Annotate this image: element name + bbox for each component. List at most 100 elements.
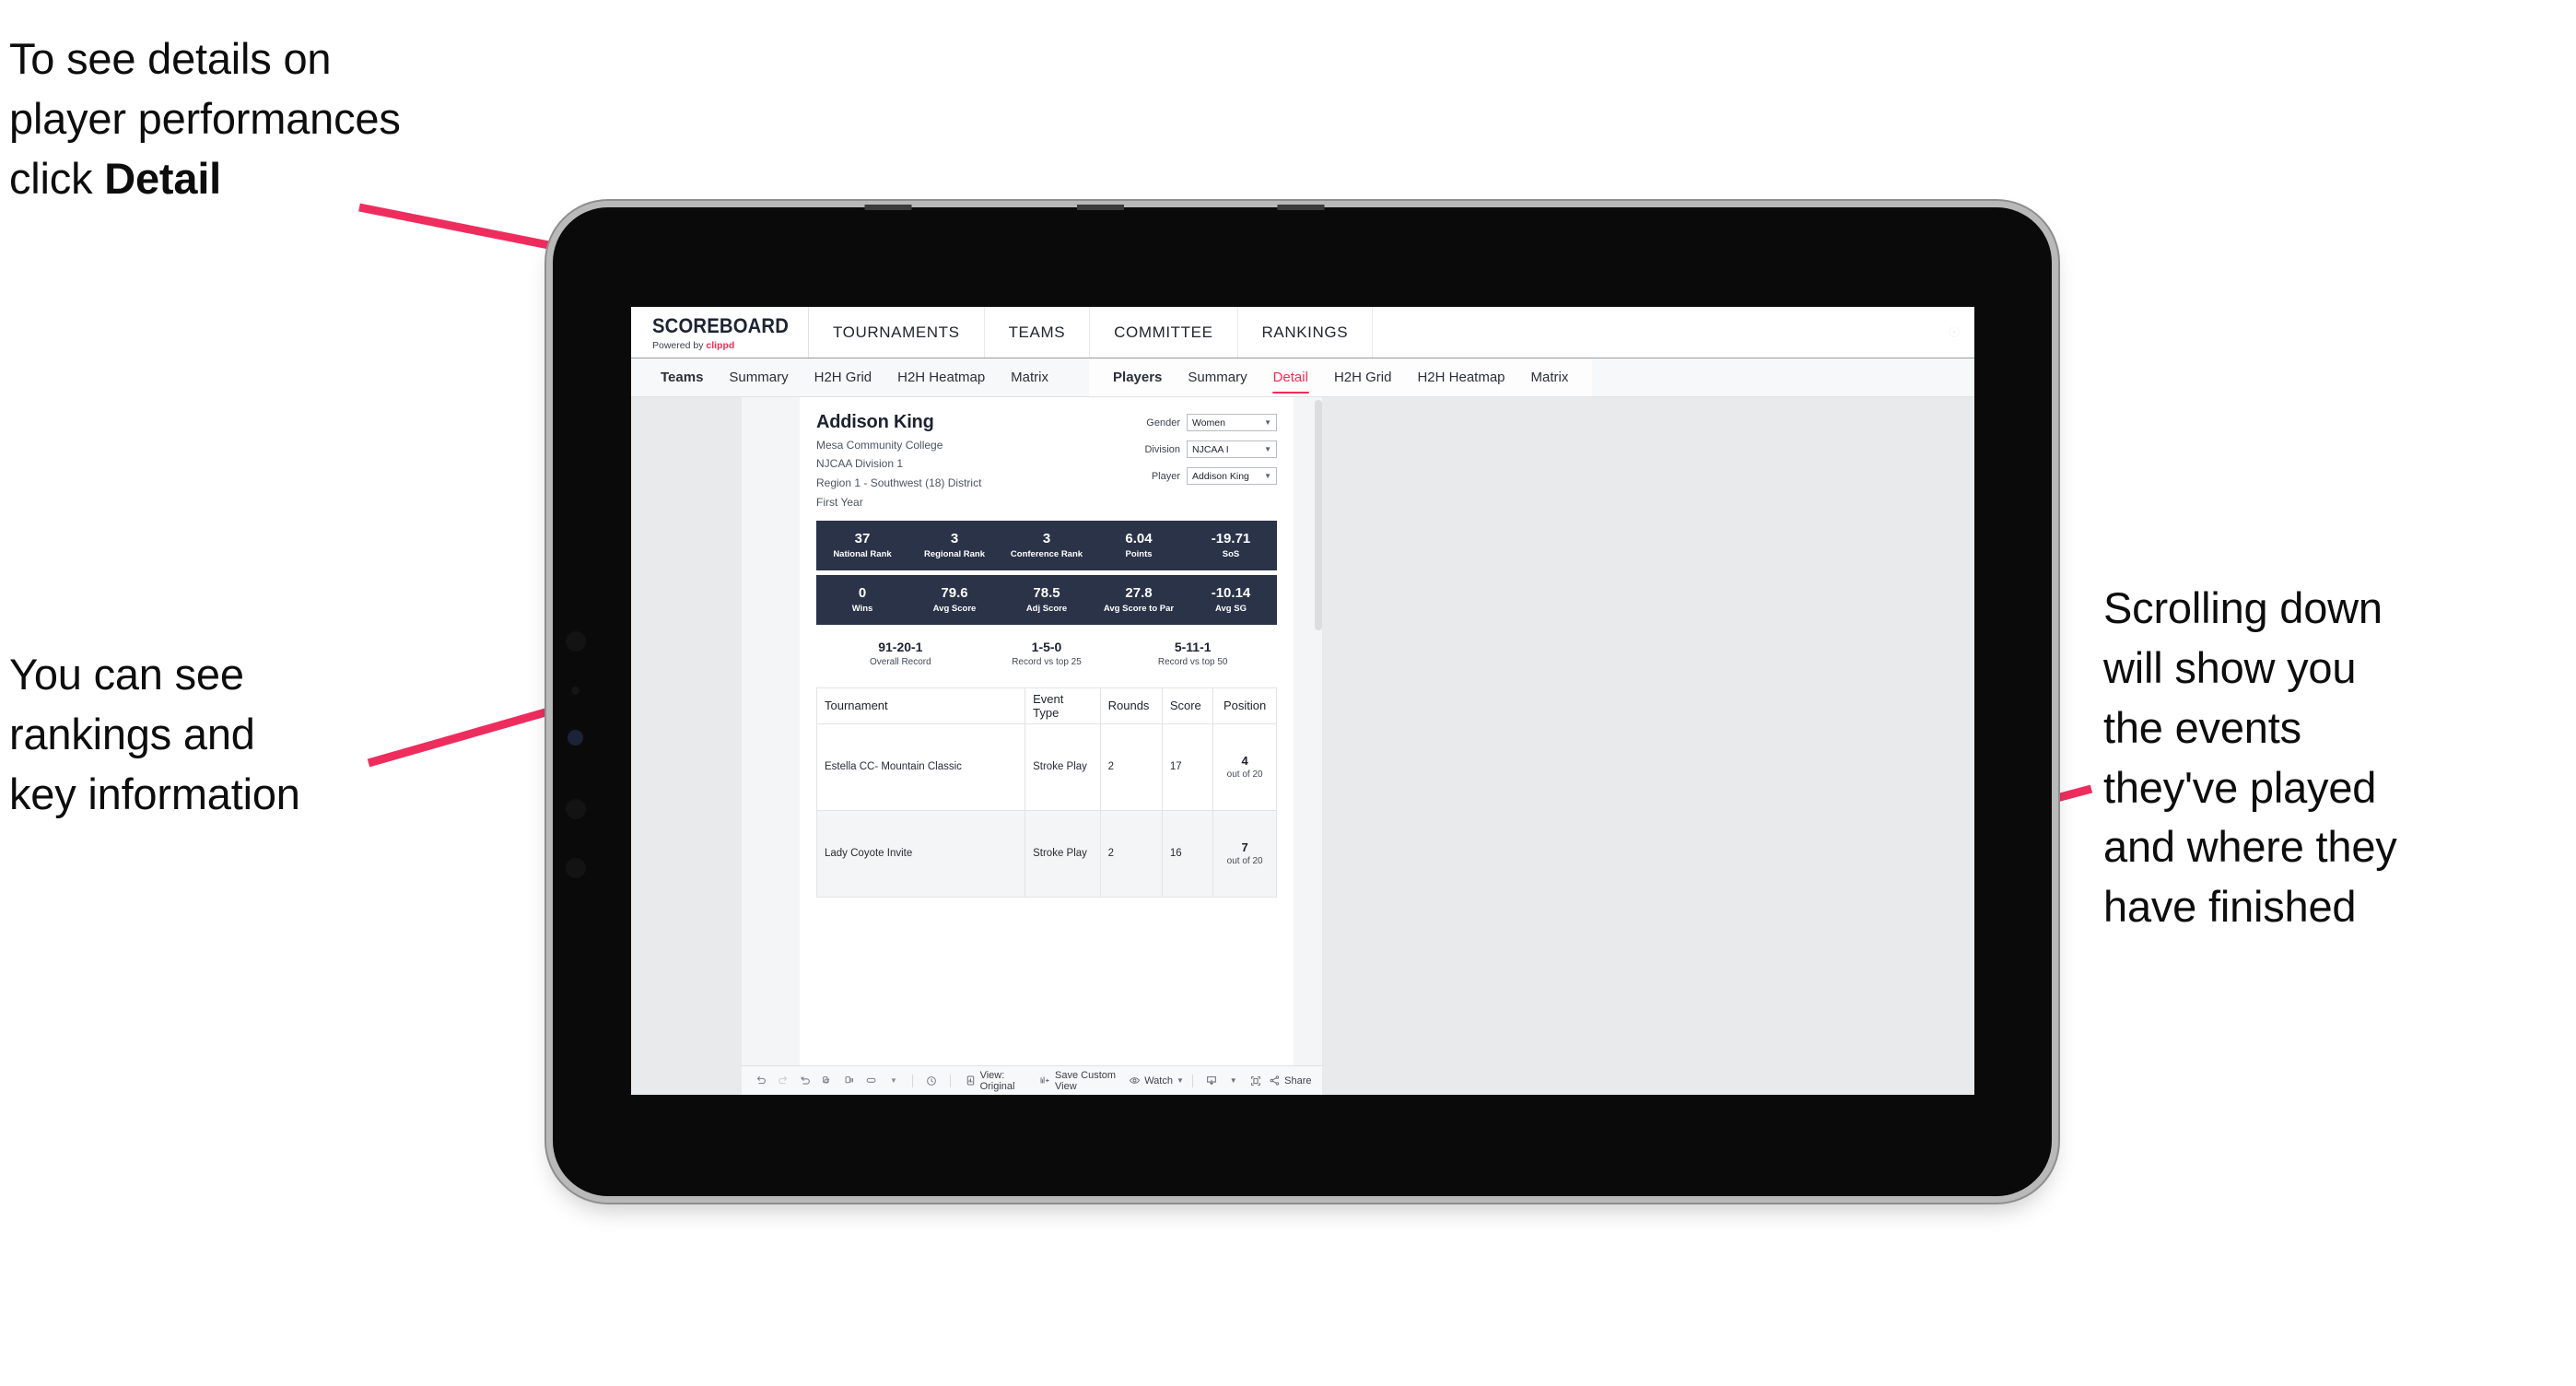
top-nav-items: TOURNAMENTS TEAMS COMMITTEE RANKINGS — [809, 307, 1374, 358]
refresh-data-icon[interactable] — [817, 1070, 837, 1092]
subnav-teams-matrix[interactable]: Matrix — [998, 358, 1061, 396]
subnav-players-matrix[interactable]: Matrix — [1518, 358, 1582, 396]
vertical-scrollbar-thumb[interactable] — [1315, 400, 1322, 630]
cell-event-type: Stroke Play — [1025, 809, 1101, 898]
undo-icon[interactable] — [751, 1070, 771, 1092]
position-value: 4 — [1241, 754, 1248, 769]
subnav-players-header[interactable]: Players — [1100, 358, 1175, 396]
subnav-players-h2h-grid[interactable]: H2H Grid — [1321, 358, 1405, 396]
table-header-row: Tournament Event Type Rounds Score Posit… — [815, 687, 1277, 724]
highlight-dropdown-icon[interactable]: ▼ — [884, 1070, 904, 1092]
tablet-sensor-icon — [566, 631, 586, 652]
stat-national-rank: 37 National Rank — [816, 531, 908, 559]
subnav-teams-h2h-heatmap[interactable]: H2H Heatmap — [884, 358, 998, 396]
highlight-icon[interactable] — [861, 1070, 882, 1092]
position-value: 7 — [1241, 840, 1248, 855]
nav-tournaments[interactable]: TOURNAMENTS — [809, 307, 985, 358]
highlight-glyph — [865, 1075, 878, 1087]
stat-label: Regional Rank — [924, 549, 985, 560]
brand-subtitle: Powered by clippd — [652, 340, 808, 351]
tablet-top-buttons — [829, 205, 1419, 210]
device-view-icon — [965, 1075, 977, 1087]
player-identity: Addison King Mesa Community College NJCA… — [816, 410, 981, 510]
subnav-players-summary[interactable]: Summary — [1175, 358, 1259, 396]
cell-position: 4 out of 20 — [1212, 722, 1277, 811]
stat-value: 6.04 — [1125, 531, 1153, 547]
fullscreen-button[interactable] — [1246, 1070, 1266, 1092]
record-label: Overall Record — [869, 656, 931, 667]
viz-bottom-toolbar: ▼ View: Original Save Custom View Watch … — [742, 1065, 1322, 1095]
stat-avg-score: 79.6 Avg Score — [908, 585, 1001, 614]
stat-value: 27.8 — [1125, 585, 1153, 602]
top-nav-spacer — [1373, 307, 1934, 358]
nav-rankings[interactable]: RANKINGS — [1238, 307, 1374, 358]
nav-teams[interactable]: TEAMS — [985, 307, 1091, 358]
view-original-button[interactable]: View: Original — [959, 1070, 1032, 1092]
stat-label: Avg SG — [1215, 604, 1247, 615]
stat-label: Points — [1125, 549, 1153, 560]
chevron-down-icon: ▼ — [890, 1076, 897, 1085]
cell-score: 16 — [1161, 809, 1214, 898]
position-suffix: out of 20 — [1226, 856, 1263, 867]
view-original-label: View: Original — [979, 1069, 1015, 1092]
download-dropdown-icon[interactable]: ▼ — [1224, 1070, 1244, 1092]
stat-value: 37 — [854, 531, 871, 547]
header-tournament[interactable]: Tournament — [815, 687, 1026, 724]
header-rounds[interactable]: Rounds — [1099, 687, 1163, 724]
redo-icon[interactable] — [773, 1070, 793, 1092]
stat-value: -10.14 — [1211, 585, 1251, 602]
download-button[interactable] — [1201, 1070, 1222, 1092]
watch-label: Watch — [1144, 1075, 1173, 1086]
division-select[interactable]: NJCAA I ▼ — [1187, 440, 1277, 458]
header-event-type[interactable]: Event Type — [1025, 687, 1101, 724]
subnav-teams-summary[interactable]: Summary — [716, 358, 801, 396]
cell-score: 17 — [1161, 722, 1214, 811]
pause-glyph — [843, 1075, 856, 1087]
history-icon[interactable] — [921, 1070, 942, 1092]
share-button[interactable]: Share — [1268, 1070, 1313, 1092]
stat-value: 78.5 — [1033, 585, 1060, 602]
player-select[interactable]: Addison King ▼ — [1187, 467, 1277, 485]
subnav-players-detail[interactable]: Detail — [1260, 358, 1321, 396]
download-icon — [1205, 1075, 1218, 1087]
stats-bar-rankings: 37 National Rank 3 Regional Rank 3 Confe… — [816, 520, 1277, 570]
player-header-row: Addison King Mesa Community College NJCA… — [816, 410, 1277, 510]
subnav-players-h2h-heatmap[interactable]: H2H Heatmap — [1404, 358, 1517, 396]
header-score[interactable]: Score — [1161, 687, 1214, 724]
vertical-scrollbar-track[interactable] — [1315, 397, 1322, 1065]
gender-select[interactable]: Women ▼ — [1187, 414, 1277, 431]
watch-button[interactable]: Watch ▼ — [1129, 1070, 1184, 1092]
share-icon — [1269, 1075, 1281, 1087]
toolbar-divider — [949, 1074, 951, 1087]
tablet-sensor-3-icon — [566, 858, 586, 878]
record-vs-top-25: 1-5-0 Record vs top 25 — [974, 640, 1120, 667]
table-row[interactable]: Estella CC- Mountain Classic Stroke Play… — [815, 722, 1277, 811]
top-navigation-bar: SCOREBOARD Powered by clippd TOURNAMENTS… — [631, 307, 1974, 358]
chevron-down-icon: ▼ — [1264, 472, 1271, 480]
toolbar-divider — [912, 1074, 913, 1087]
gender-select-value: Women — [1192, 417, 1225, 429]
account-icon[interactable]: ☉ — [1934, 307, 1974, 358]
position-suffix: out of 20 — [1226, 769, 1263, 781]
revert-glyph — [799, 1075, 812, 1087]
subnav-teams-h2h-grid[interactable]: H2H Grid — [802, 358, 885, 396]
pause-data-icon[interactable] — [839, 1070, 860, 1092]
brand-logo[interactable]: SCOREBOARD Powered by clippd — [631, 307, 809, 358]
tablet-camera-icon — [568, 730, 583, 746]
stat-regional-rank: 3 Regional Rank — [908, 531, 1001, 559]
tablet-screen: SCOREBOARD Powered by clippd TOURNAMENTS… — [631, 307, 1974, 1095]
cell-position: 7 out of 20 — [1212, 809, 1277, 898]
save-custom-view-button[interactable]: Save Custom View — [1034, 1070, 1125, 1092]
player-region: Region 1 - Southwest (18) District — [816, 476, 982, 489]
stat-value: 0 — [858, 585, 867, 602]
cell-tournament: Lady Coyote Invite — [815, 809, 1026, 898]
stat-label: Avg Score — [932, 604, 977, 615]
subnav-teams-header[interactable]: Teams — [648, 358, 716, 396]
stat-points: 6.04 Points — [1093, 531, 1185, 559]
header-position[interactable]: Position — [1212, 687, 1277, 724]
undo-glyph — [755, 1075, 767, 1087]
cell-event-type: Stroke Play — [1025, 722, 1101, 811]
table-row[interactable]: Lady Coyote Invite Stroke Play 2 16 7 ou… — [815, 809, 1277, 898]
revert-icon[interactable] — [795, 1070, 815, 1092]
nav-committee[interactable]: COMMITTEE — [1090, 307, 1238, 358]
